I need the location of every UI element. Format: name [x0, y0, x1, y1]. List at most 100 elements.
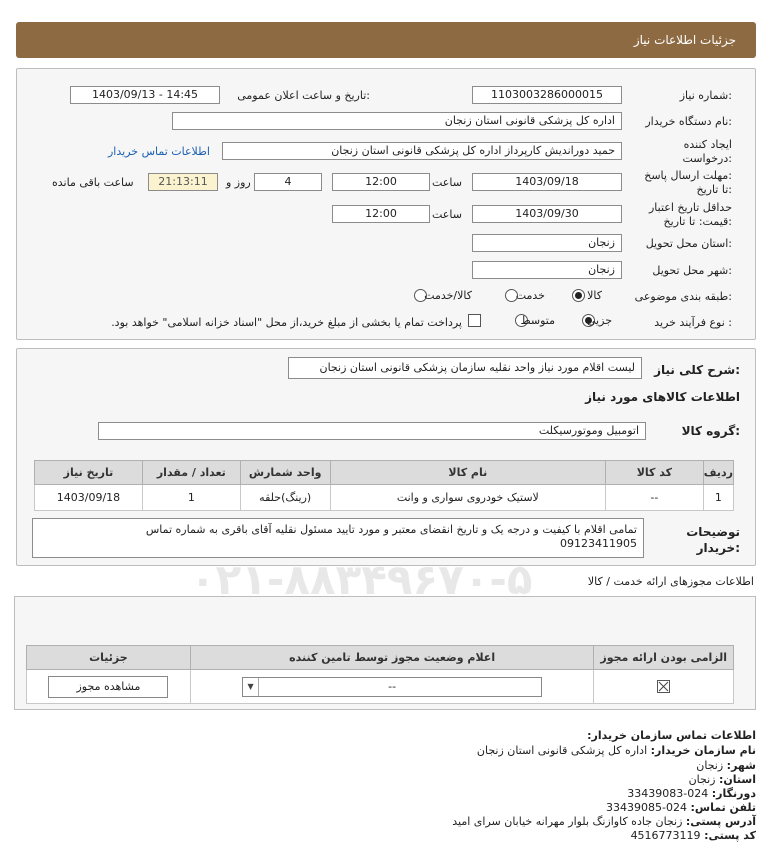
contact-title: اطلاعات تماس سازمان خریدار:: [587, 729, 756, 742]
contact-province-label: استان:: [719, 773, 756, 786]
city-label: شهر محل تحویل:: [652, 264, 732, 277]
col-name: نام کالا: [329, 460, 607, 485]
cell-row: 1: [702, 484, 735, 511]
contact-phone: تلفن تماس: 024-33439085: [606, 801, 756, 814]
contact-fax-label: دورنگار:: [711, 787, 756, 800]
table-row[interactable]: 1 -- لاستیک خودروی سواری و وانت (رینگ)حل…: [34, 484, 735, 511]
license-details-cell: مشاهده مجوز: [26, 669, 191, 704]
category-option-goods[interactable]: کالا: [572, 288, 622, 304]
buyer-org-field[interactable]: اداره کل پزشکی قانونی استان زنجان: [172, 112, 622, 130]
need-summary-field: لیست اقلام مورد نیاز واحد نقلیه سازمان پ…: [288, 357, 642, 379]
creator-label-2: درخواست:: [682, 152, 733, 165]
process-option-minor[interactable]: جزیی: [582, 313, 632, 329]
contact-phone-label: تلفن تماس:: [690, 801, 756, 814]
category-option-service-label: خدمت: [515, 289, 545, 302]
reply-time-field[interactable]: 12:00: [332, 173, 430, 191]
cell-qty: 1: [141, 484, 241, 511]
license-status-cell: -- ▼: [189, 669, 595, 704]
category-option-both-label: کالا/خدمت: [424, 289, 472, 302]
license-status-select[interactable]: -- ▼: [242, 676, 543, 697]
licenses-table-header: الزامی بودن ارائه مجوز اعلام وضعیت مجوز …: [26, 645, 734, 670]
col-license-required: الزامی بودن ارائه مجوز: [593, 645, 734, 670]
contact-province-value: زنجان: [688, 773, 716, 786]
contact-address: آدرس پستی: زنجان جاده کاوازنگ بلوار مهرا…: [452, 815, 756, 828]
contact-fax: دورنگار: 024-33439083: [627, 787, 756, 800]
creator-field[interactable]: حمید دوراندیش کارپرداز اداره کل پزشکی قا…: [222, 142, 622, 160]
validity-label-2: قیمت: تا تاریخ:: [663, 215, 732, 228]
col-code: کد کالا: [605, 460, 704, 485]
contact-fax-value: 024-33439083: [627, 787, 709, 800]
goods-table: ردیف کد کالا نام کالا واحد شمارش تعداد /…: [34, 460, 735, 511]
need-number-label: شماره نیاز:: [679, 89, 732, 102]
process-option-minor-label: جزیی: [586, 314, 612, 327]
contact-org: نام سازمان خریدار: اداره کل پزشکی قانونی…: [477, 744, 756, 757]
validity-time-field[interactable]: 12:00: [332, 205, 430, 223]
contact-org-value: اداره کل پزشکی قانونی استان زنجان: [476, 744, 648, 757]
license-required-checkbox: [657, 680, 671, 694]
process-option-medium[interactable]: متوسط: [515, 313, 575, 329]
days-field[interactable]: 4: [254, 173, 322, 191]
need-summary-label: شرح کلی نیاز:: [654, 363, 740, 377]
reply-deadline-label-1: مهلت ارسال پاسخ:: [644, 169, 732, 182]
category-label: طبقه بندی موضوعی:: [634, 290, 732, 303]
col-qty: تعداد / مقدار: [141, 460, 241, 485]
contact-address-value: زنجان جاده کاوازنگ بلوار مهرانه خیابان س…: [452, 815, 683, 828]
remaining-time-label: ساعت باقی مانده: [52, 176, 134, 189]
contact-city-label: شهر:: [726, 759, 756, 772]
process-label: نوع فرآیند خرید :: [654, 316, 732, 329]
cell-date: 1403/09/18: [34, 484, 143, 511]
contact-phone-value: 024-33439085: [606, 801, 688, 814]
licenses-title: اطلاعات مجوزهای ارائه خدمت / کالا: [587, 575, 754, 588]
page-header: جزئیات اطلاعات نیاز: [16, 22, 756, 58]
validity-date-field[interactable]: 1403/09/30: [472, 205, 622, 223]
license-status-value: --: [388, 679, 397, 693]
goods-group-field: اتومبیل وموتورسیکلت: [98, 422, 646, 440]
announce-label: تاریخ و ساعت اعلان عمومی:: [237, 89, 370, 102]
process-option-medium-label: متوسط: [520, 314, 555, 327]
buyer-notes-label-2: خریدار:: [696, 541, 740, 555]
col-unit: واحد شمارش: [239, 460, 331, 485]
city-field[interactable]: زنجان: [472, 261, 622, 279]
contact-province: استان: زنجان: [689, 773, 756, 786]
province-label: استان محل تحویل:: [645, 237, 732, 250]
buyer-notes-line-1: تمامی اقلام با کیفیت و درجه یک و تاریخ ا…: [145, 523, 637, 536]
validity-label-1: حداقل تاریخ اعتبار: [648, 201, 732, 214]
creator-label-1: ایجاد کننده: [683, 138, 732, 151]
contact-postal-value: 4516773119: [630, 829, 701, 842]
category-option-service[interactable]: خدمت: [505, 288, 565, 304]
license-required-cell: [593, 669, 734, 704]
contact-org-label: نام سازمان خریدار:: [650, 744, 756, 757]
reply-time-label: ساعت: [432, 176, 462, 189]
buyer-org-label: نام دستگاه خریدار:: [645, 115, 732, 128]
reply-date-field[interactable]: 1403/09/18: [472, 173, 622, 191]
buyer-contact-link[interactable]: اطلاعات تماس خریدار: [108, 145, 210, 158]
buyer-notes-box: تمامی اقلام با کیفیت و درجه یک و تاریخ ا…: [32, 518, 644, 558]
chevron-down-icon[interactable]: ▼: [243, 677, 260, 696]
announce-field[interactable]: 1403/09/13 - 14:45: [70, 86, 220, 104]
contact-city: شهر: زنجان: [696, 759, 756, 772]
col-license-details: جزئیات: [26, 645, 191, 670]
category-option-both[interactable]: کالا/خدمت: [414, 288, 492, 304]
cell-name: لاستیک خودروی سواری و وانت: [329, 484, 607, 511]
contact-postal: کد پستی: 4516773119: [631, 829, 756, 842]
treasury-checkbox[interactable]: [468, 314, 481, 327]
buyer-notes-line-2: 09123411905: [560, 537, 637, 550]
buyer-notes-label-1: توضیحات: [686, 525, 740, 539]
view-license-button[interactable]: مشاهده مجوز: [48, 675, 169, 698]
need-number-field[interactable]: 1103003286000015: [472, 86, 622, 104]
goods-group-label: گروه کالا:: [681, 424, 740, 438]
licenses-table: الزامی بودن ارائه مجوز اعلام وضعیت مجوز …: [26, 645, 734, 704]
category-radio-goods[interactable]: [572, 289, 585, 302]
col-row: ردیف: [702, 460, 735, 485]
goods-info-title: اطلاعات کالاهای مورد نیاز: [585, 390, 740, 404]
remaining-time-field: 21:13:11: [148, 173, 218, 191]
cell-code: --: [605, 484, 704, 511]
treasury-note: پرداخت تمام یا بخشی از مبلغ خرید،از محل …: [111, 316, 462, 329]
category-option-goods-label: کالا: [587, 289, 602, 302]
reply-deadline-label-2: تا تاریخ:: [696, 183, 732, 196]
days-label: روز و: [226, 176, 251, 189]
province-field[interactable]: زنجان: [472, 234, 622, 252]
col-date: تاریخ نیاز: [34, 460, 143, 485]
contact-postal-label: کد پستی:: [704, 829, 756, 842]
contact-address-label: آدرس پستی:: [685, 815, 756, 828]
